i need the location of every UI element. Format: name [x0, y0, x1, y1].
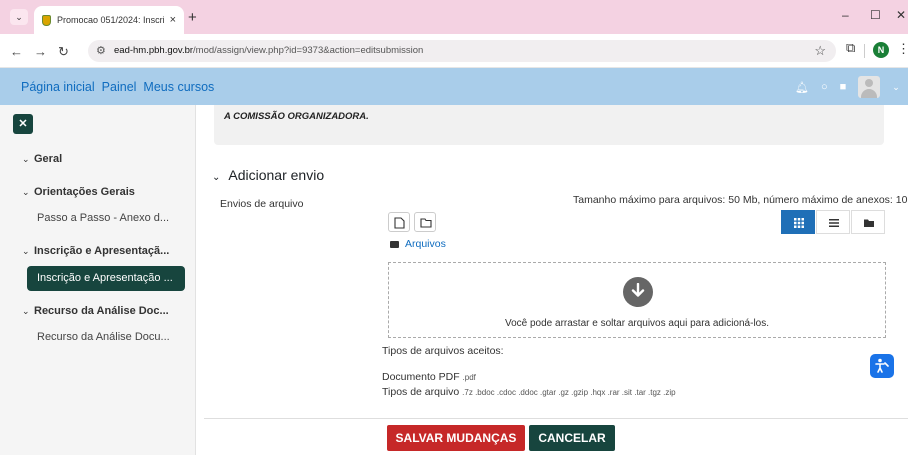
course-index-drawer: ✕ ⌄ Geral ⌄ Orientações Gerais Passo a Pas… — [0, 105, 196, 455]
extensions-icon[interactable]: ⧉ — [846, 40, 855, 56]
nav-link-dashboard[interactable]: Painel — [102, 80, 137, 94]
section-orientacoes[interactable]: ⌄ Orientações Gerais — [22, 186, 135, 198]
section-label: Orientações Gerais — [34, 186, 135, 198]
minimize-icon[interactable]: – — [842, 8, 849, 22]
file-dropzone[interactable]: Você pode arrastar e soltar arquivos aqu… — [388, 262, 886, 338]
archive-type-label: Tipos de arquivo — [382, 386, 460, 398]
section-label: Recurso da Análise Doc... — [34, 305, 169, 317]
tab-search-chevron-icon[interactable]: ⌄ — [10, 9, 28, 25]
section-title-label: Adicionar envio — [228, 167, 325, 183]
download-arrow-icon — [623, 277, 653, 307]
chevron-down-icon: ⌄ — [212, 172, 221, 183]
new-tab-button[interactable]: + — [188, 9, 197, 26]
section-recurso[interactable]: ⌄ Recurso da Análise Doc... — [22, 305, 169, 317]
browser-menu-icon[interactable]: ⋮ — [897, 41, 908, 57]
accepted-type-archives: Tipos de arquivo .7z .bdoc .cdoc .ddoc .… — [382, 386, 676, 398]
list-icon — [829, 219, 839, 227]
sidebar-item-passo-a-passo[interactable]: Passo a Passo - Anexo d... — [37, 212, 169, 224]
accepted-types-title: Tipos de arquivos aceitos: — [382, 345, 504, 357]
reload-icon[interactable]: ↻ — [58, 44, 69, 60]
url-bar[interactable]: ⚙ ead-hm.pbh.gov.br/mod/assign/view.php?… — [88, 40, 836, 62]
close-drawer-icon[interactable]: ✕ — [13, 114, 33, 134]
nav-link-home[interactable]: Página inicial — [21, 80, 95, 94]
cancel-button[interactable]: CANCELAR — [529, 425, 615, 451]
bookmark-star-icon[interactable]: ☆ — [814, 43, 826, 59]
section-inscricao[interactable]: ⌄ Inscrição e Apresentaçã... — [22, 245, 169, 257]
path-link-arquivos[interactable]: Arquivos — [405, 238, 446, 250]
assignment-description: A COMISSÃO ORGANIZADORA. — [214, 105, 884, 145]
user-menu-caret-icon[interactable]: ⌄ — [892, 82, 900, 93]
section-label: Geral — [34, 153, 63, 165]
dropzone-text: Você pode arrastar e soltar arquivos aqu… — [504, 318, 770, 329]
form-divider — [204, 418, 908, 419]
back-icon[interactable]: ← — [10, 44, 23, 59]
url-path: /mod/assign/view.php?id=9373&action=edit… — [193, 45, 424, 56]
url-text[interactable]: ead-hm.pbh.gov.br/mod/assign/view.php?id… — [114, 45, 423, 56]
user-avatar[interactable] — [858, 76, 881, 98]
add-file-button[interactable] — [388, 212, 410, 232]
address-toolbar: ← → ↻ ⚙ ead-hm.pbh.gov.br/mod/assign/vie… — [0, 34, 908, 68]
section-general[interactable]: ⌄ Geral — [22, 153, 62, 165]
window-close-icon[interactable]: ✕ — [896, 8, 906, 22]
tab-title: Promocao 051/2024: Inscrição e — [57, 15, 164, 25]
notice-text: A COMISSÃO ORGANIZADORA. — [224, 111, 369, 122]
chevron-down-icon: ⌄ — [22, 187, 30, 197]
save-changes-button[interactable]: SALVAR MUDANÇAS — [387, 425, 525, 451]
file-icon — [394, 217, 405, 229]
sidebar-item-inscricao-active[interactable]: Inscrição e Apresentação ... — [27, 266, 185, 291]
archive-type-exts: .7z .bdoc .cdoc .ddoc .gtar .gz .gzip .h… — [462, 388, 676, 397]
forward-icon[interactable]: → — [34, 44, 47, 59]
toggle-icon[interactable]: ■ — [840, 81, 847, 93]
section-label: Inscrição e Apresentaçã... — [34, 245, 170, 257]
site-navbar: Página inicial Painel Meus cursos 🔔︎ ○ ■… — [0, 68, 908, 105]
browser-tab-bar: ⌄ Promocao 051/2024: Inscrição e × + – ☐… — [0, 0, 908, 34]
grid-icon — [794, 218, 804, 228]
tab-close-icon[interactable]: × — [170, 14, 176, 26]
folder-icon — [420, 218, 432, 228]
doc-type-ext: .pdf — [462, 373, 476, 382]
primary-navigation: Página inicial Painel Meus cursos — [21, 80, 214, 94]
view-tree-button[interactable] — [851, 210, 885, 234]
accepted-type-pdf: Documento PDF .pdf — [382, 371, 476, 383]
chevron-down-icon: ⌄ — [22, 246, 30, 256]
chevron-down-icon: ⌄ — [22, 154, 30, 164]
view-list-button[interactable] — [816, 210, 850, 234]
user-nav-icons: 🔔︎ ○ ■ ⌄ — [795, 76, 900, 98]
max-size-info: Tamanho máximo para arquivos: 50 Mb, núm… — [573, 194, 908, 206]
folder-icon — [390, 241, 399, 248]
nav-link-my-courses[interactable]: Meus cursos — [143, 80, 214, 94]
browser-tab[interactable]: Promocao 051/2024: Inscrição e × — [34, 6, 184, 34]
toolbar-separator — [864, 44, 865, 58]
sidebar-item-recurso[interactable]: Recurso da Análise Docu... — [37, 331, 170, 343]
messages-icon[interactable]: ○ — [821, 81, 828, 93]
create-folder-button[interactable] — [414, 212, 436, 232]
file-submissions-label: Envios de arquivo — [220, 198, 304, 210]
accessibility-icon[interactable] — [870, 354, 894, 378]
site-favicon-icon — [42, 14, 51, 26]
chevron-down-icon: ⌄ — [22, 306, 30, 316]
profile-avatar[interactable]: N — [873, 42, 889, 58]
view-icons-button[interactable] — [781, 210, 815, 234]
url-host: ead-hm.pbh.gov.br — [114, 45, 194, 56]
notifications-bell-icon[interactable]: 🔔︎ — [795, 81, 809, 94]
site-info-icon[interactable]: ⚙ — [96, 44, 106, 57]
page-section-title[interactable]: ⌄ Adicionar envio — [212, 167, 324, 183]
folder-tree-icon — [864, 219, 874, 227]
doc-type-label: Documento PDF — [382, 371, 460, 383]
maximize-icon[interactable]: ☐ — [870, 8, 881, 22]
